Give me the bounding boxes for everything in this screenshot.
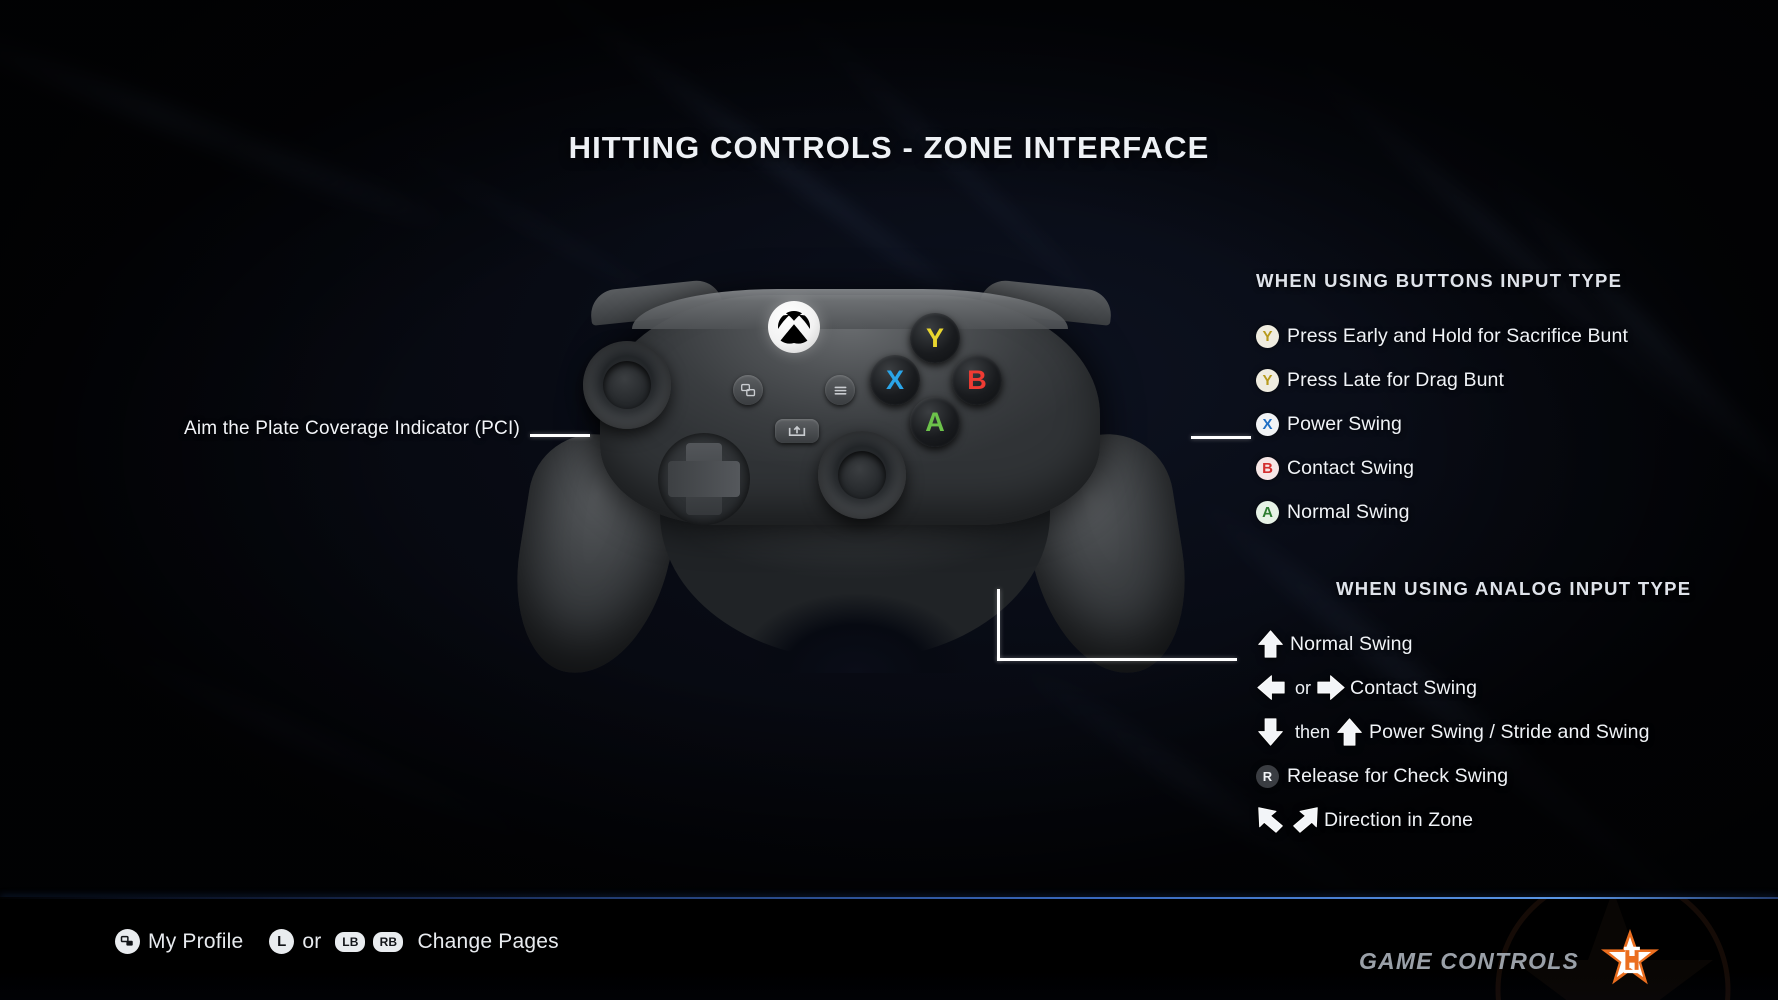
control-label: Contact Swing <box>1287 456 1415 479</box>
control-label: Release for Check Swing <box>1287 764 1509 787</box>
control-row: X Power Swing <box>1256 402 1628 446</box>
face-button-x: X <box>870 355 920 405</box>
face-button-y: Y <box>910 313 960 363</box>
page-title: HITTING CONTROLS - ZONE INTERFACE <box>568 130 1210 165</box>
control-label: Normal Swing <box>1287 500 1410 523</box>
xbox-logo-icon <box>778 311 810 344</box>
section-label: GAME CONTROLS <box>1358 947 1579 974</box>
control-row: Normal Swing <box>1256 622 1650 666</box>
arrow-left-icon <box>1256 673 1286 703</box>
button-badge-x: X <box>1256 412 1279 436</box>
game-controls-screen: HITTING CONTROLS - ZONE INTERFACE Y X B … <box>0 0 1778 1000</box>
left-analog-stick <box>583 341 671 429</box>
connector-word: or <box>1295 677 1312 698</box>
control-label: Press Late for Drag Bunt <box>1287 368 1505 391</box>
callout-line-right-stick-vertical <box>997 589 1000 661</box>
control-label: Normal Swing <box>1290 632 1413 655</box>
control-row: Y Press Early and Hold for Sacrifice Bunt <box>1256 314 1628 358</box>
button-badge-y: Y <box>1256 324 1279 348</box>
control-label: Press Early and Hold for Sacrifice Bunt <box>1287 324 1628 347</box>
control-row: or Contact Swing <box>1256 666 1650 710</box>
control-label: Power Swing / Stride and Swing <box>1369 720 1650 743</box>
buttons-input-list: Y Press Early and Hold for Sacrifice Bunt… <box>1256 314 1628 534</box>
l-stick-button-icon[interactable]: L <box>269 929 295 954</box>
control-row: A Normal Swing <box>1256 490 1628 534</box>
analog-input-heading: WHEN USING ANALOG INPUT TYPE <box>1336 578 1692 599</box>
control-row: R Release for Check Swing <box>1256 754 1650 798</box>
view-icon[interactable] <box>115 929 140 954</box>
face-button-a: A <box>910 397 960 447</box>
lb-button-icon[interactable]: LB <box>335 931 366 952</box>
arrow-up-icon <box>1335 717 1365 747</box>
connector-word: then <box>1295 721 1331 742</box>
footer-section: GAME CONTROLS <box>1358 928 1663 991</box>
my-profile-label[interactable]: My Profile <box>148 930 243 954</box>
button-badge-y: Y <box>1256 368 1279 392</box>
analog-input-list: Normal Swing or Contact Swing then Power Swi… <box>1256 622 1650 842</box>
face-button-b: B <box>952 355 1002 405</box>
dpad <box>658 433 750 525</box>
control-row: B Contact Swing <box>1256 446 1628 490</box>
control-label: Contact Swing <box>1350 676 1478 699</box>
button-badge-b: B <box>1256 456 1279 480</box>
or-label: or <box>302 929 322 953</box>
share-icon <box>788 425 806 436</box>
share-button <box>775 419 819 443</box>
astros-star-logo <box>1597 925 1663 991</box>
arrow-down-icon <box>1256 717 1286 747</box>
view-icon <box>740 383 755 396</box>
rb-button-icon[interactable]: RB <box>373 931 404 952</box>
view-button <box>733 375 763 405</box>
callout-line-right-stick-horizontal <box>997 658 1237 661</box>
control-label: Direction in Zone <box>1324 808 1474 831</box>
control-label: Power Swing <box>1287 412 1402 435</box>
footer-bar: My Profile L or LB RB Change Pages GAME … <box>0 899 1778 1000</box>
change-pages-label[interactable]: Change Pages <box>417 930 558 954</box>
arrow-up-left-icon <box>1256 805 1286 835</box>
control-row: Y Press Late for Drag Bunt <box>1256 358 1628 402</box>
control-row: Direction in Zone <box>1256 798 1650 842</box>
control-row: then Power Swing / Stride and Swing <box>1256 710 1650 754</box>
buttons-input-heading: WHEN USING BUTTONS INPUT TYPE <box>1256 270 1623 291</box>
arrow-up-right-icon <box>1290 805 1320 835</box>
controller-top-edge <box>632 289 1068 329</box>
arrow-up-icon <box>1256 629 1286 659</box>
footer-hints: My Profile L or LB RB Change Pages <box>115 929 559 954</box>
callout-line-power-swing <box>1191 436 1251 439</box>
menu-icon <box>834 386 846 395</box>
xbox-guide-button <box>768 301 820 353</box>
right-analog-stick <box>818 431 906 519</box>
button-badge-r: R <box>1256 764 1279 788</box>
arrow-right-icon <box>1316 673 1346 703</box>
button-badge-a: A <box>1256 500 1279 524</box>
xbox-controller-diagram: Y X B A <box>502 278 1200 695</box>
pci-callout-label: Aim the Plate Coverage Indicator (PCI) <box>183 418 520 439</box>
callout-line-pci <box>530 434 590 437</box>
menu-button <box>825 375 855 405</box>
